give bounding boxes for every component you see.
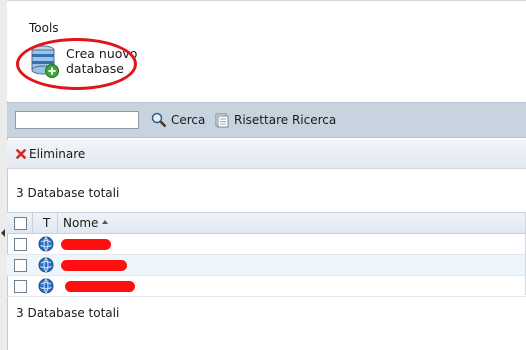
delete-icon xyxy=(15,148,27,160)
search-input[interactable] xyxy=(15,111,139,129)
search-button[interactable]: Cerca xyxy=(151,112,211,128)
reset-search-label: Risettare Ricerca xyxy=(234,113,337,127)
row-checkbox[interactable] xyxy=(14,238,27,251)
globe-icon xyxy=(38,257,54,273)
globe-icon xyxy=(38,236,54,252)
database-grid: T Nome xyxy=(7,212,526,297)
redacted-database-name xyxy=(61,260,127,271)
action-toolbar: Eliminare xyxy=(7,140,526,169)
column-separator xyxy=(57,213,58,233)
redacted-database-name xyxy=(65,281,135,292)
grid-header: T Nome xyxy=(7,212,526,234)
database-count-top: 3 Database totali xyxy=(16,186,120,200)
globe-icon xyxy=(38,278,54,294)
reset-search-button[interactable]: Risettare Ricerca xyxy=(214,112,336,128)
table-row[interactable] xyxy=(7,255,526,276)
search-label: Cerca xyxy=(171,113,206,127)
row-checkbox[interactable] xyxy=(14,259,27,272)
collapse-arrow-icon[interactable] xyxy=(1,229,5,237)
redacted-database-name xyxy=(61,239,111,250)
type-column-header[interactable]: T xyxy=(43,216,50,230)
sort-ascending-icon[interactable] xyxy=(102,220,108,224)
name-column-header[interactable]: Nome xyxy=(63,216,98,230)
reset-search-icon xyxy=(215,113,229,128)
select-all-checkbox[interactable] xyxy=(14,217,27,230)
table-row[interactable] xyxy=(7,276,526,297)
database-count-bottom: 3 Database totali xyxy=(16,306,120,320)
row-checkbox[interactable] xyxy=(14,280,27,293)
tools-title: Tools xyxy=(29,21,59,35)
search-toolbar: Cerca Risettare Ricerca xyxy=(7,102,526,138)
delete-label: Eliminare xyxy=(29,147,86,161)
column-separator xyxy=(32,213,33,233)
search-icon xyxy=(151,112,167,128)
delete-button[interactable]: Eliminare xyxy=(14,146,94,162)
highlight-ring-annotation xyxy=(16,38,137,90)
table-row[interactable] xyxy=(7,234,526,255)
